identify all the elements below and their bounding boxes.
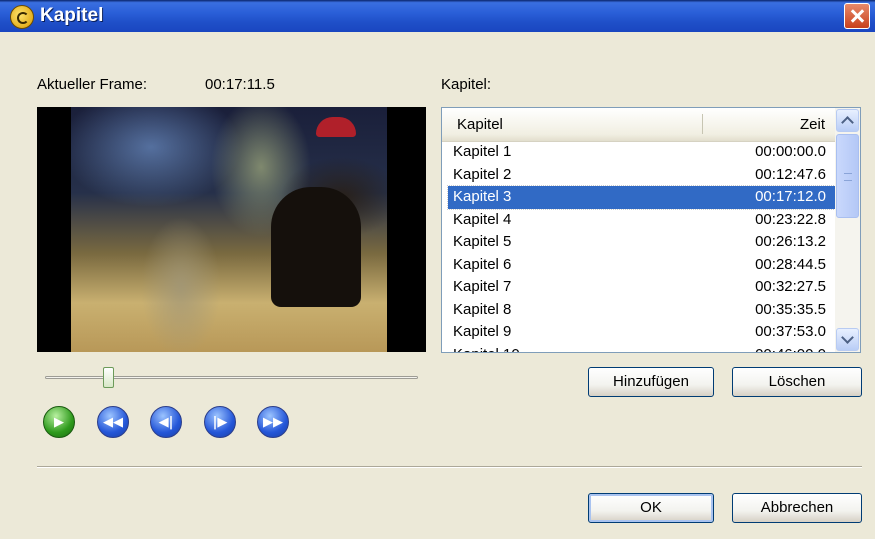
column-header-time[interactable]: Zeit (800, 116, 825, 133)
chapter-row[interactable]: Kapitel 7 00:32:27.5 (442, 276, 835, 299)
chapter-row[interactable]: Kapitel 1 00:00:00.0 (442, 141, 835, 164)
chapter-time: 00:12:47.6 (755, 165, 826, 183)
chapter-time: 00:00:00.0 (755, 143, 826, 160)
close-icon[interactable] (844, 3, 870, 29)
chapter-row[interactable]: Kapitel 8 00:35:35.5 (442, 299, 835, 322)
fast-forward-icon[interactable]: ▶▶ (257, 406, 289, 438)
current-frame-value: 00:17:11.5 (205, 76, 275, 93)
scroll-up-icon[interactable] (836, 109, 859, 132)
chapter-name: Kapitel 3 (453, 188, 512, 205)
chapter-time: 00:23:22.8 (755, 210, 826, 228)
column-header-chapter[interactable]: Kapitel (457, 116, 503, 133)
chapter-time: 00:26:13.2 (755, 233, 826, 250)
current-frame-label: Aktueller Frame: (37, 76, 148, 93)
chapter-row[interactable]: Kapitel 3 00:17:12.0 (447, 185, 836, 210)
video-frame-image (71, 107, 387, 352)
chapter-time: 00:17:12.0 (755, 188, 826, 205)
chapter-row[interactable]: Kapitel 4 00:23:22.8 (442, 209, 835, 232)
scroll-down-icon[interactable] (836, 328, 859, 351)
delete-chapter-button[interactable]: Löschen (732, 367, 862, 397)
column-separator[interactable] (702, 114, 703, 134)
chapter-name: Kapitel 1 (453, 143, 512, 160)
chapter-name: Kapitel 7 (453, 278, 512, 295)
position-slider-track[interactable] (45, 376, 418, 379)
app-icon (10, 5, 34, 29)
add-chapter-button[interactable]: Hinzufügen (588, 367, 714, 397)
chapter-name: Kapitel 10 (453, 344, 520, 353)
position-slider-thumb[interactable] (102, 367, 114, 388)
chapters-label: Kapitel: (441, 76, 492, 93)
kapitel-dialog: Kapitel Aktueller Frame: 00:17:11.5 Kapi… (0, 0, 875, 539)
chapter-name: Kapitel 4 (453, 210, 512, 228)
window-title: Kapitel (40, 5, 104, 26)
chapter-row[interactable]: Kapitel 5 00:26:13.2 (442, 231, 835, 254)
chapter-row[interactable]: Kapitel 10 00:46:00.0 (442, 344, 835, 353)
title-bar[interactable]: Kapitel (0, 0, 875, 32)
rewind-icon[interactable]: ◀◀ (97, 406, 129, 438)
video-preview (37, 107, 426, 352)
chapter-name: Kapitel 9 (453, 323, 512, 340)
vertical-scrollbar[interactable] (835, 108, 860, 352)
chapter-time: 00:46:00.0 (755, 344, 826, 353)
chapter-row[interactable]: Kapitel 6 00:28:44.5 (442, 254, 835, 277)
chapter-name: Kapitel 8 (453, 300, 512, 318)
chapter-time: 00:35:35.5 (755, 300, 826, 318)
chapter-time: 00:37:53.0 (755, 323, 826, 340)
step-back-icon[interactable]: ◀| (150, 406, 182, 438)
chapter-row[interactable]: Kapitel 9 00:37:53.0 (442, 321, 835, 344)
divider (37, 466, 862, 468)
chapter-time: 00:28:44.5 (755, 255, 826, 273)
play-icon[interactable]: ▶ (43, 406, 75, 438)
chapter-time: 00:32:27.5 (755, 278, 826, 295)
cancel-button[interactable]: Abbrechen (732, 493, 862, 523)
step-forward-icon[interactable]: |▶ (204, 406, 236, 438)
chapter-name: Kapitel 5 (453, 233, 512, 250)
chapter-name: Kapitel 2 (453, 165, 512, 183)
scroll-thumb[interactable] (836, 134, 859, 218)
ok-button[interactable]: OK (588, 493, 714, 523)
list-rows: Kapitel 1 00:00:00.0 Kapitel 2 00:12:47.6 Ka… (442, 141, 836, 353)
chapter-list[interactable]: Kapitel Zeit Kapitel 1 00:00:00.0 Kapitel … (441, 107, 861, 353)
chapter-row[interactable]: Kapitel 2 00:12:47.6 (442, 164, 835, 187)
chapter-name: Kapitel 6 (453, 255, 512, 273)
list-header: Kapitel Zeit (442, 108, 835, 142)
